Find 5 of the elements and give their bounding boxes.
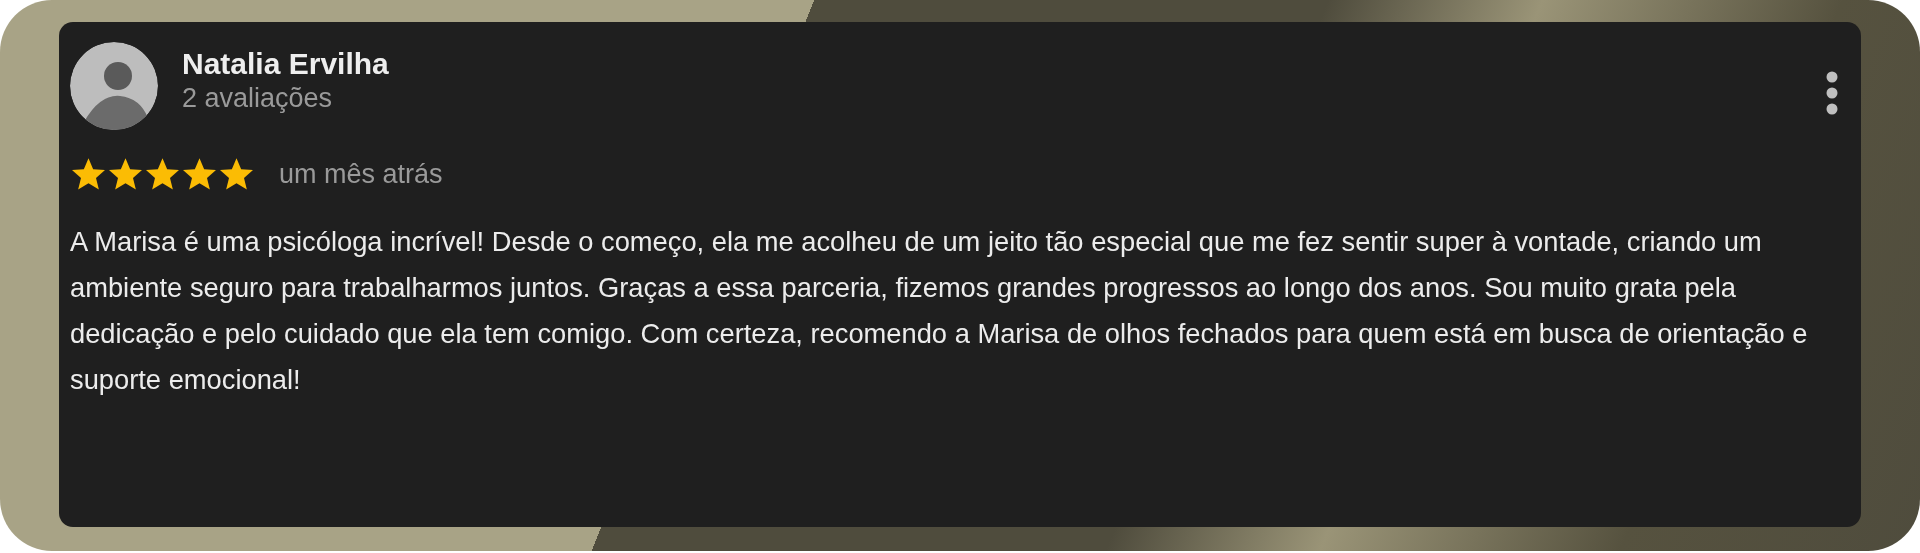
avatar-icon — [70, 42, 158, 130]
review-text: A Marisa é uma psicóloga incrível! Desde o começo, ela me acolheu de um jeito tão especial que me fez sentir super à vontade, criando um ambiente seguro para trabalharmos juntos. Graças a essa parceria, fizemos grandes progressos ao longo dos anos. Sou muito grata pela dedicação e pelo cuidado que ela tem comigo. Com certeza, recomendo a Marisa de olhos fechados para quem está em busca de orientação e suporte emocional! — [70, 224, 1809, 397]
review-count: 2 avaliações — [182, 82, 334, 115]
author-name: Natalia Ervilha — [182, 46, 390, 82]
review-time: um mês atrás — [279, 158, 443, 191]
